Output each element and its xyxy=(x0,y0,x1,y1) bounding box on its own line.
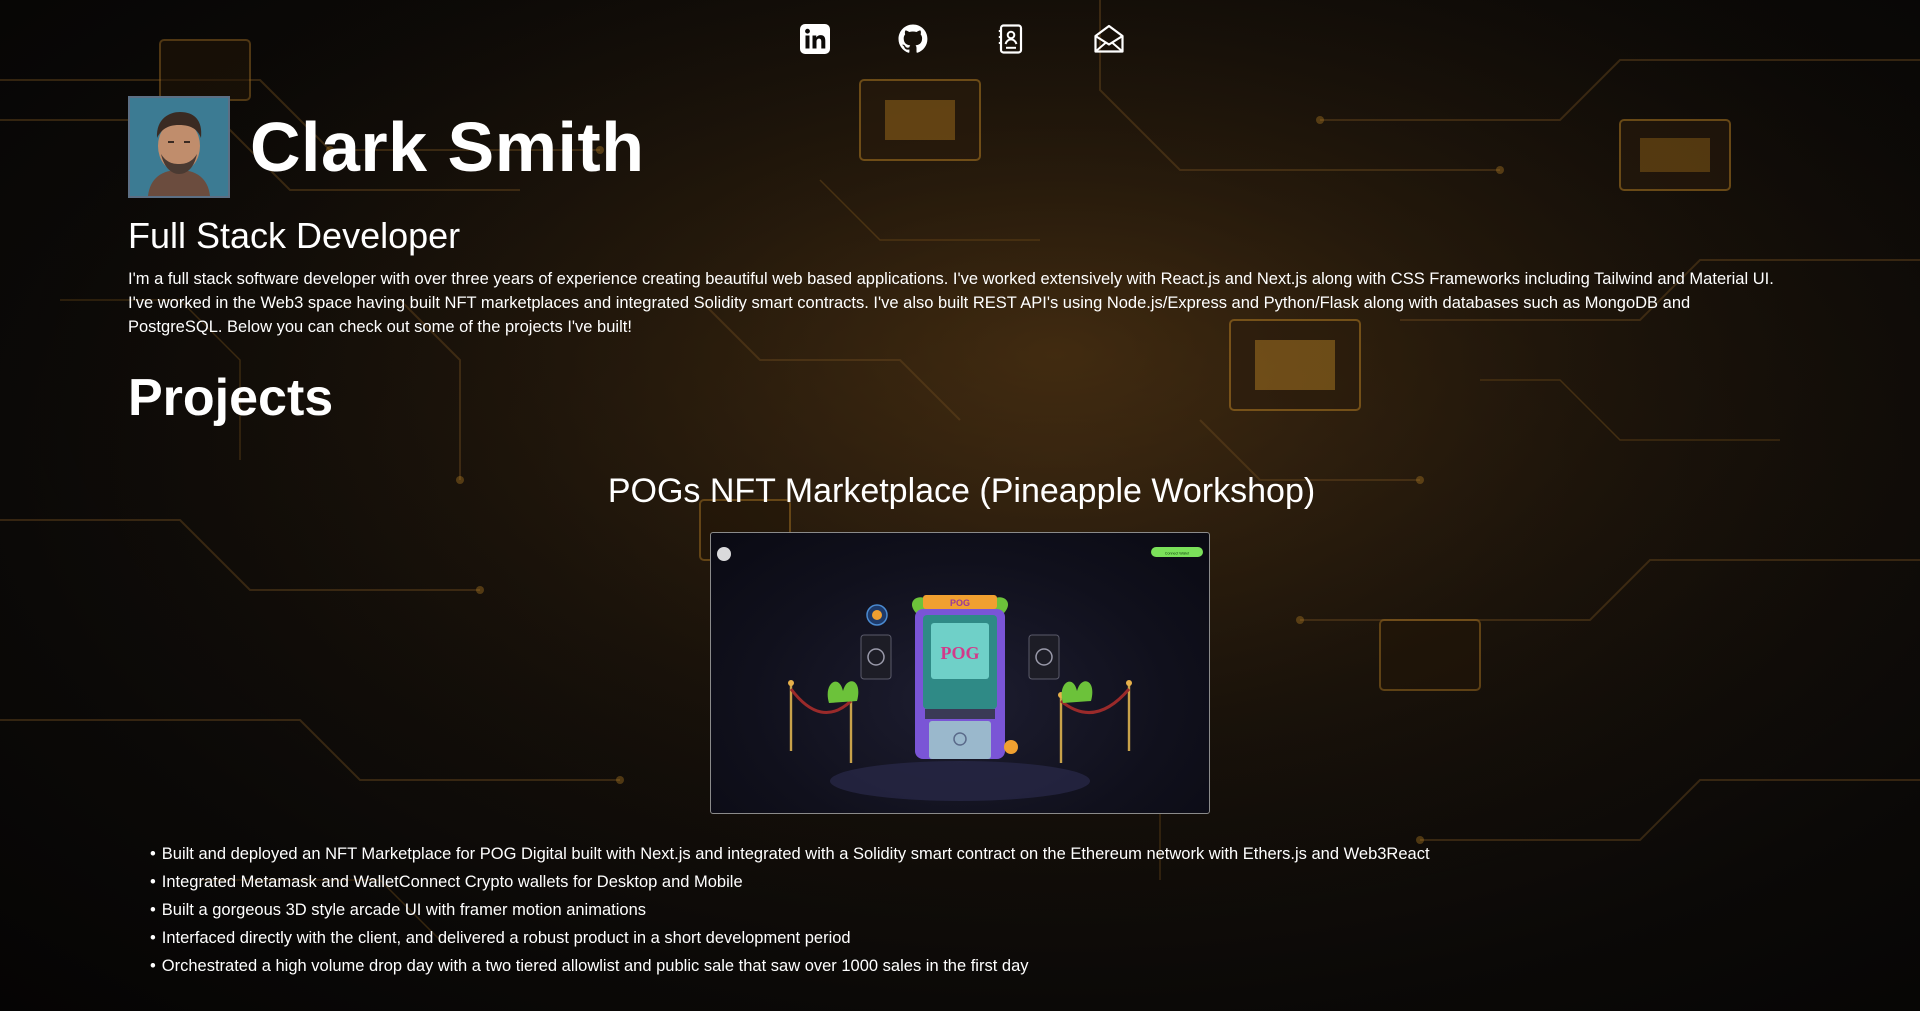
projects-heading: Projects xyxy=(128,369,334,427)
pog-logo-icon xyxy=(717,547,731,561)
list-item: Interfaced directly with the client, and… xyxy=(150,924,1430,952)
project-highlights: Built and deployed an NFT Marketplace fo… xyxy=(150,840,1430,980)
resume-link[interactable] xyxy=(995,22,1027,56)
avatar xyxy=(128,96,230,198)
github-link[interactable] xyxy=(897,22,929,56)
linkedin-icon xyxy=(800,24,830,54)
github-icon xyxy=(898,24,928,53)
arcade-screen-label: POG xyxy=(941,643,980,663)
email-link[interactable] xyxy=(1093,22,1125,56)
list-item: Integrated Metamask and WalletConnect Cr… xyxy=(150,868,1430,896)
arcade-marquee-label: POG xyxy=(950,598,970,608)
page-title: Clark Smith xyxy=(250,108,645,186)
job-title: Full Stack Developer xyxy=(128,215,461,256)
project-title: POGs NFT Marketplace (Pineapple Workshop… xyxy=(607,472,1316,510)
list-item: Built a gorgeous 3D style arcade UI with… xyxy=(150,896,1430,924)
list-item: Orchestrated a high volume drop day with… xyxy=(150,952,1430,980)
project-screenshot[interactable]: Connect Wallet POG POG xyxy=(710,532,1210,814)
profile-photo xyxy=(130,98,228,196)
contact-card-icon xyxy=(998,24,1023,54)
list-item: Built and deployed an NFT Marketplace fo… xyxy=(150,840,1430,868)
linkedin-link[interactable] xyxy=(799,22,831,56)
connect-wallet-label: Connect Wallet xyxy=(1165,552,1189,556)
pog-arcade-image: Connect Wallet POG POG xyxy=(717,547,1203,801)
social-links xyxy=(0,22,1920,56)
bio-text: I'm a full stack software developer with… xyxy=(128,270,1774,336)
envelope-icon xyxy=(1094,24,1124,53)
